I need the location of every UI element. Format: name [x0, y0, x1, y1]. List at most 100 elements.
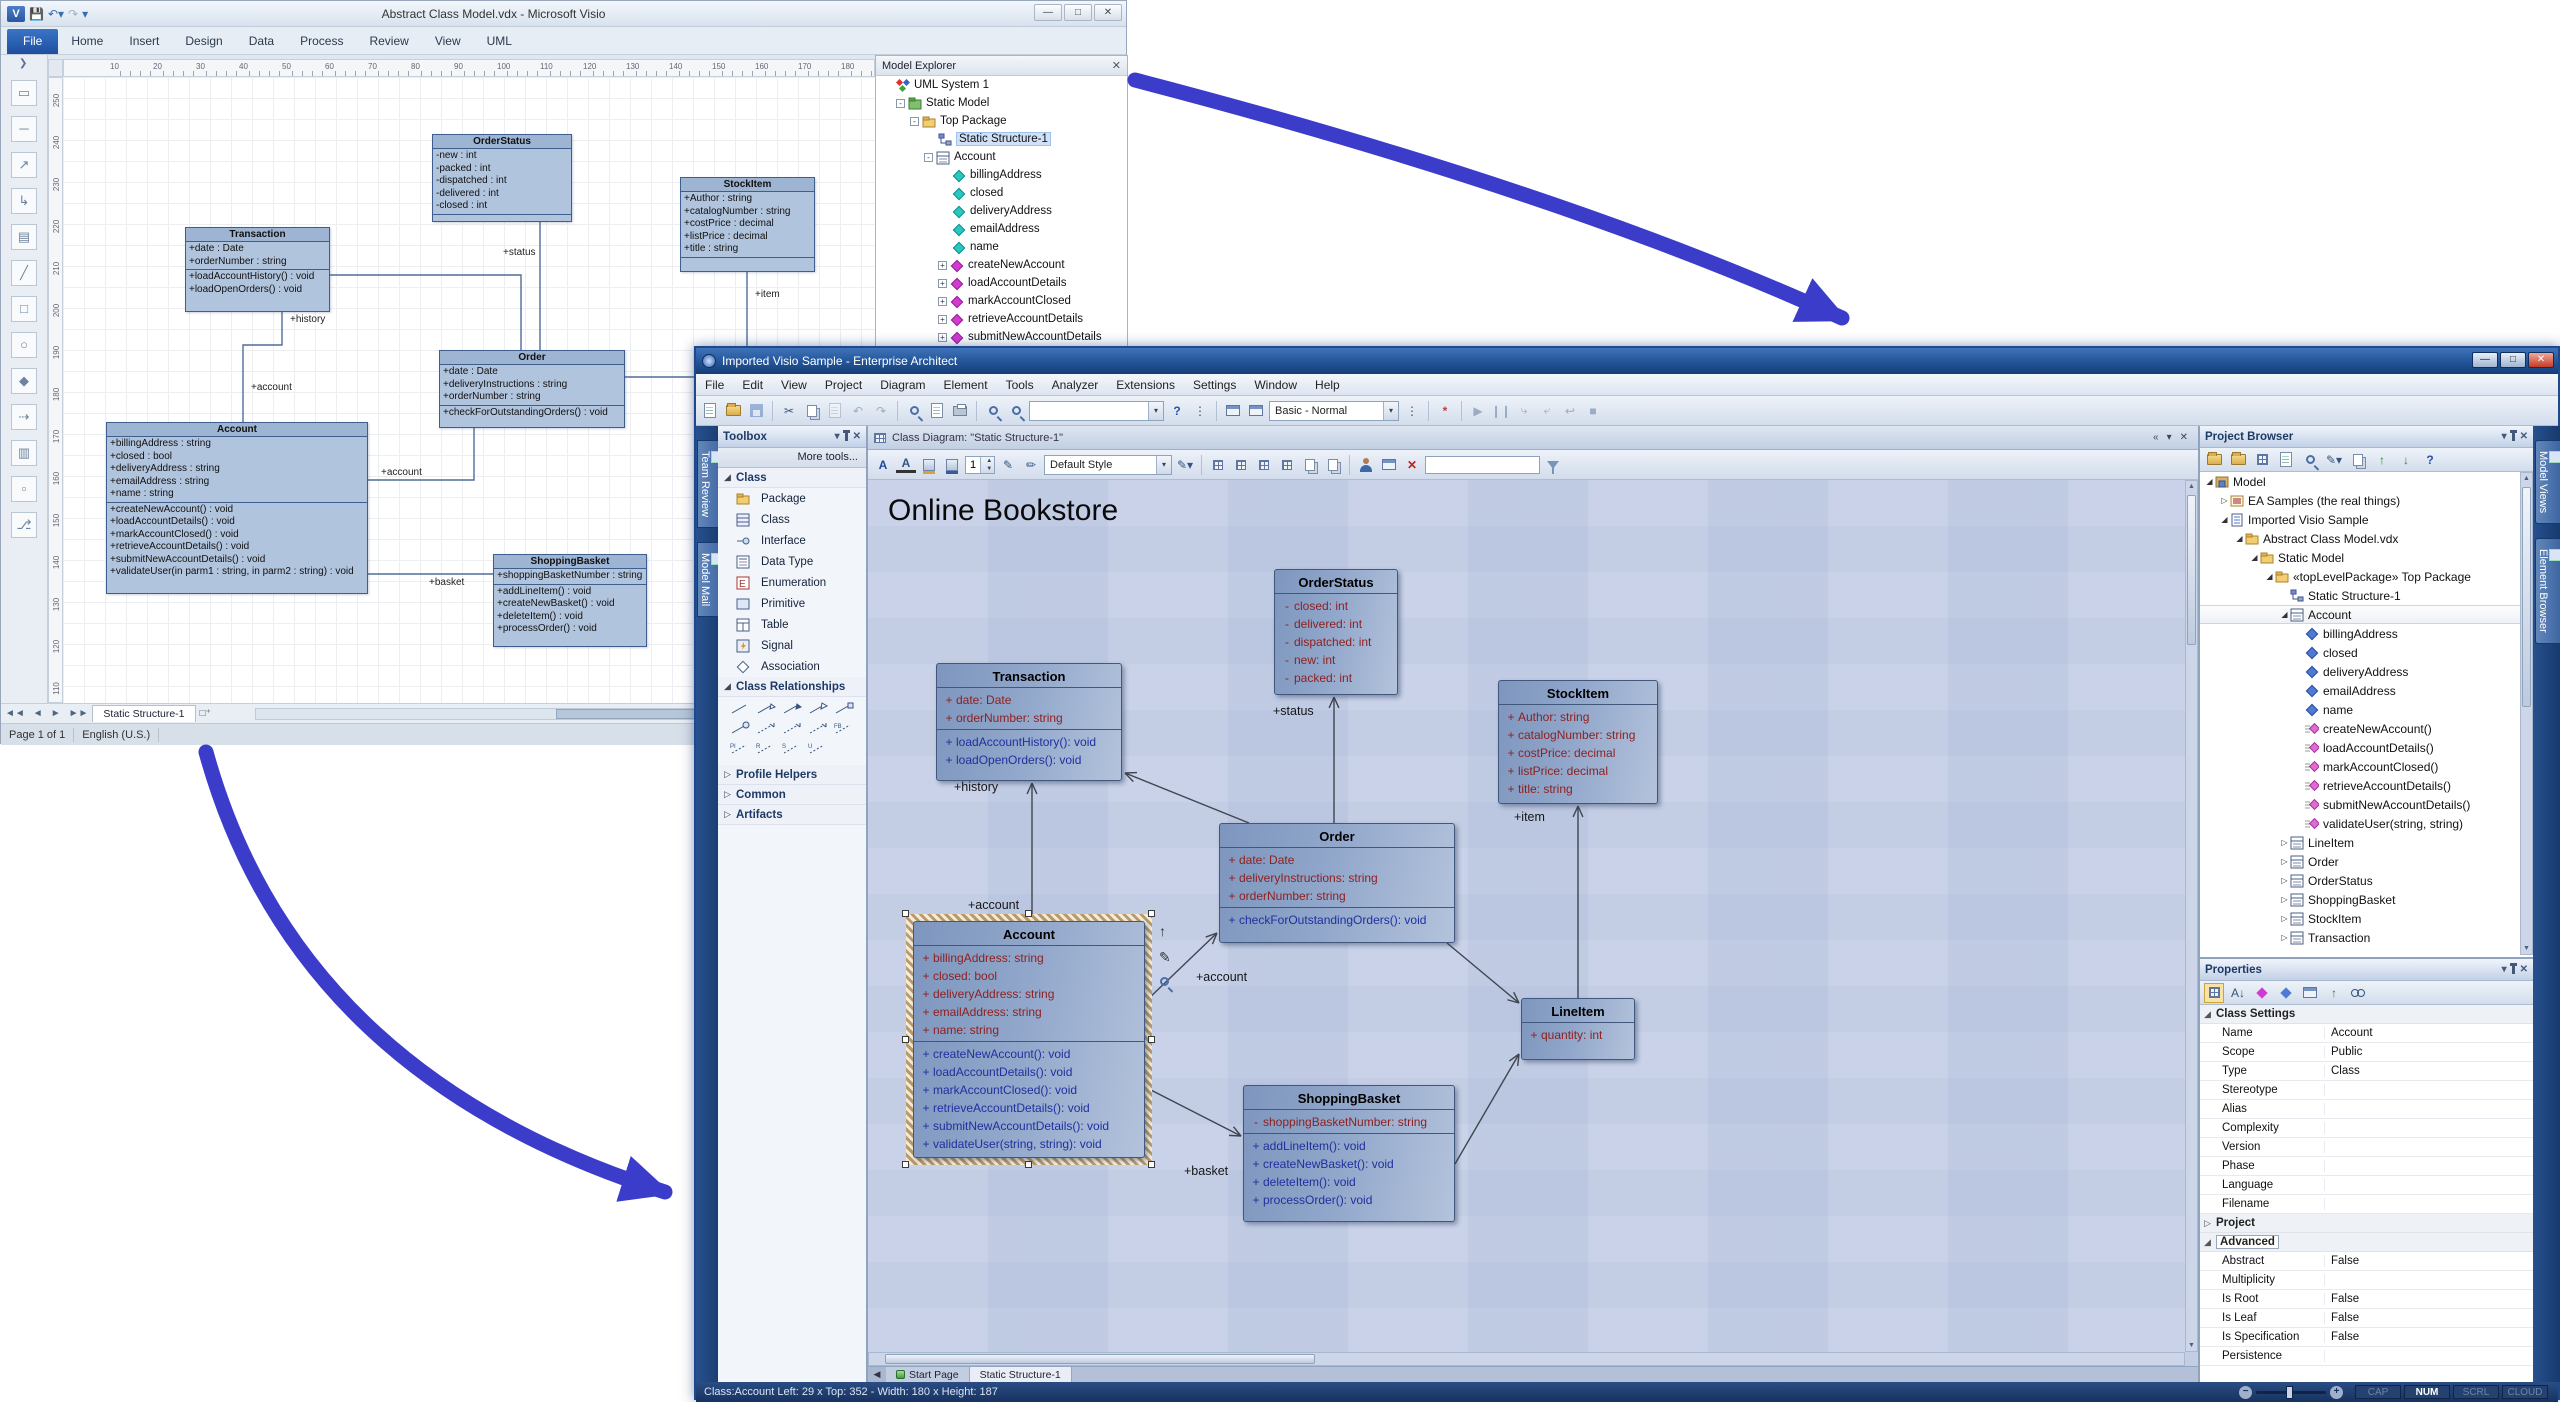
selection-handle[interactable]: [1148, 1161, 1155, 1168]
open-folder-icon[interactable]: [723, 401, 743, 421]
stencil-package-shape[interactable]: ▥: [11, 440, 37, 466]
ribbon-tab-file[interactable]: File: [7, 29, 58, 54]
expander-icon[interactable]: ◢: [2264, 572, 2275, 581]
expander-icon[interactable]: ▷: [2279, 876, 2290, 885]
menu-help[interactable]: Help: [1306, 374, 1349, 396]
toolbox-item-package[interactable]: Package: [718, 488, 866, 509]
tree-item-loadaccountdetails-[interactable]: loadAccountDetails(): [2200, 738, 2533, 757]
tree-item-static-structure-1[interactable]: Static Structure-1: [876, 130, 1127, 148]
selection-handle[interactable]: [1148, 1036, 1155, 1043]
format-painter-icon[interactable]: ✎: [998, 455, 1018, 475]
property-row-language[interactable]: Language: [2200, 1176, 2533, 1195]
visio-class-orderstatus[interactable]: OrderStatus-new : int-packed : int-dispa…: [432, 134, 572, 222]
find-in-browser-icon[interactable]: [2300, 450, 2320, 470]
tree-item-uml-system-1[interactable]: UML System 1: [876, 76, 1127, 94]
stop-icon[interactable]: ■: [1583, 401, 1603, 421]
toolbox-item-generalize[interactable]: [808, 701, 828, 719]
toolbox-title-bar[interactable]: Toolbox ▾✕: [718, 426, 866, 448]
tree-item-static-structure-1[interactable]: Static Structure-1: [2200, 586, 2533, 605]
move-up-icon[interactable]: ↑: [2324, 983, 2344, 1003]
tree-item-stockitem[interactable]: ▷StockItem: [2200, 909, 2533, 928]
tab-scroll-left-icon[interactable]: ◀: [868, 1367, 886, 1382]
tree-item--toplevelpackage-top-package[interactable]: ◢«topLevelPackage» Top Package: [2200, 567, 2533, 586]
next-page-icon[interactable]: ►: [47, 708, 65, 719]
page-indicator[interactable]: Page 1 of 1: [1, 729, 65, 741]
tree-item-submitnewaccountdetails[interactable]: +submitNewAccountDetails: [876, 328, 1127, 346]
more-icon[interactable]: ⋮: [1402, 401, 1422, 421]
tree-item-name[interactable]: name: [2200, 700, 2533, 719]
ribbon-tab-view[interactable]: View: [422, 29, 474, 54]
diagram-tab-static-structure-1[interactable]: Static Structure-1: [970, 1367, 1072, 1382]
tree-item-emailaddress[interactable]: emailAddress: [2200, 681, 2533, 700]
operation-icon[interactable]: [2276, 983, 2296, 1003]
toolbox-item-primitive[interactable]: Primitive: [718, 593, 866, 614]
toolbox-item-compose[interactable]: [782, 701, 802, 719]
tree-item-deliveryaddress[interactable]: deliveryAddress: [876, 202, 1127, 220]
model-search-icon[interactable]: [983, 401, 1003, 421]
tree-item-transaction[interactable]: ▷Transaction: [2200, 928, 2533, 947]
toolbox-section-class-relationships[interactable]: ◢Class Relationships: [718, 677, 866, 697]
delete-icon[interactable]: ✕: [1402, 455, 1422, 475]
toolbox-section-artifacts[interactable]: ▷Artifacts: [718, 805, 866, 825]
font-color-button[interactable]: A: [896, 457, 916, 473]
ea-class-lineitem[interactable]: LineItem+quantity: int: [1521, 998, 1635, 1060]
property-row-multiplicity[interactable]: Multiplicity: [2200, 1271, 2533, 1290]
more-tools-button[interactable]: More tools...: [718, 448, 866, 468]
pen-dropdown-icon[interactable]: ✎▾: [1175, 455, 1195, 475]
menu-element[interactable]: Element: [935, 374, 997, 396]
chevron-down-icon[interactable]: ▾: [835, 431, 840, 442]
diagram-tab-start-page[interactable]: Start Page: [886, 1367, 970, 1382]
close-icon[interactable]: ✕: [853, 431, 861, 442]
ea-title-bar[interactable]: Imported Visio Sample - Enterprise Archi…: [696, 348, 2558, 374]
expander-icon[interactable]: ◢: [2204, 477, 2215, 486]
properties-section-project[interactable]: ▷Project: [2200, 1214, 2533, 1233]
cut-icon[interactable]: ✂: [779, 401, 799, 421]
expander-icon[interactable]: -: [910, 117, 919, 126]
last-page-icon[interactable]: ►►: [65, 708, 93, 719]
stencil-static-line-shape[interactable]: ↗: [11, 152, 37, 178]
property-row-is-root[interactable]: Is RootFalse: [2200, 1290, 2533, 1309]
print-icon[interactable]: [950, 401, 970, 421]
toolbox-item-u-connector[interactable]: U: [808, 741, 828, 759]
property-row-stereotype[interactable]: Stereotype: [2200, 1081, 2533, 1100]
toolbox-item-table[interactable]: Table: [718, 614, 866, 635]
fill-color-button[interactable]: [919, 455, 939, 475]
tree-item-closed[interactable]: closed: [876, 184, 1127, 202]
zoom-icon[interactable]: [1160, 977, 1169, 986]
expander-icon[interactable]: ◢: [2279, 610, 2290, 619]
close-button[interactable]: ✕: [1094, 4, 1122, 21]
edit-icon[interactable]: ✎: [1159, 949, 1171, 966]
tree-item-lineitem[interactable]: ▷LineItem: [2200, 833, 2533, 852]
chevron-down-icon[interactable]: ▾: [2502, 964, 2507, 975]
window-a-icon[interactable]: [1223, 401, 1243, 421]
filter-input[interactable]: [1425, 456, 1540, 474]
stencil-divider-shape[interactable]: ─: [11, 116, 37, 142]
property-row-abstract[interactable]: AbstractFalse: [2200, 1252, 2533, 1271]
property-row-name[interactable]: NameAccount: [2200, 1024, 2533, 1043]
step-over-icon[interactable]: ⤶: [1537, 401, 1557, 421]
side-tab-model-views[interactable]: Model Views: [2535, 440, 2560, 524]
properties-section-advanced[interactable]: ◢Advanced: [2200, 1233, 2533, 1252]
toolbox-item-template-binding[interactable]: [834, 701, 854, 719]
property-row-persistence[interactable]: Persistence: [2200, 1347, 2533, 1366]
collapse-icon[interactable]: «: [2153, 432, 2159, 443]
toolbox-item-signal[interactable]: Signal: [718, 635, 866, 656]
help-icon[interactable]: ?: [1167, 401, 1187, 421]
toolbox-item-s-connector[interactable]: S: [782, 741, 802, 759]
align-right-icon[interactable]: [1254, 455, 1274, 475]
visio-class-stockitem[interactable]: StockItem+Author : string+catalogNumber …: [680, 177, 815, 272]
quicklink-arrow-icon[interactable]: ↑: [1159, 923, 1166, 939]
tree-item-createnewaccount[interactable]: +createNewAccount: [876, 256, 1127, 274]
expander-icon[interactable]: +: [938, 315, 947, 324]
model-explorer-title[interactable]: Model Explorer ✕: [876, 56, 1127, 76]
properties-section-class-settings[interactable]: ◢Class Settings: [2200, 1005, 2533, 1024]
tree-item-retrieveaccountdetails-[interactable]: retrieveAccountDetails(): [2200, 776, 2533, 795]
paste-icon[interactable]: [825, 401, 845, 421]
property-row-type[interactable]: TypeClass: [2200, 1062, 2533, 1081]
tree-item-account[interactable]: ◢Account: [2200, 605, 2533, 624]
move-up-icon[interactable]: ↑: [2372, 450, 2392, 470]
expander-icon[interactable]: ◢: [2249, 553, 2260, 562]
diagram-vertical-scrollbar[interactable]: ▲▼: [2185, 480, 2198, 1352]
property-row-is-specification[interactable]: Is SpecificationFalse: [2200, 1328, 2533, 1347]
pin-icon[interactable]: [2512, 433, 2515, 441]
